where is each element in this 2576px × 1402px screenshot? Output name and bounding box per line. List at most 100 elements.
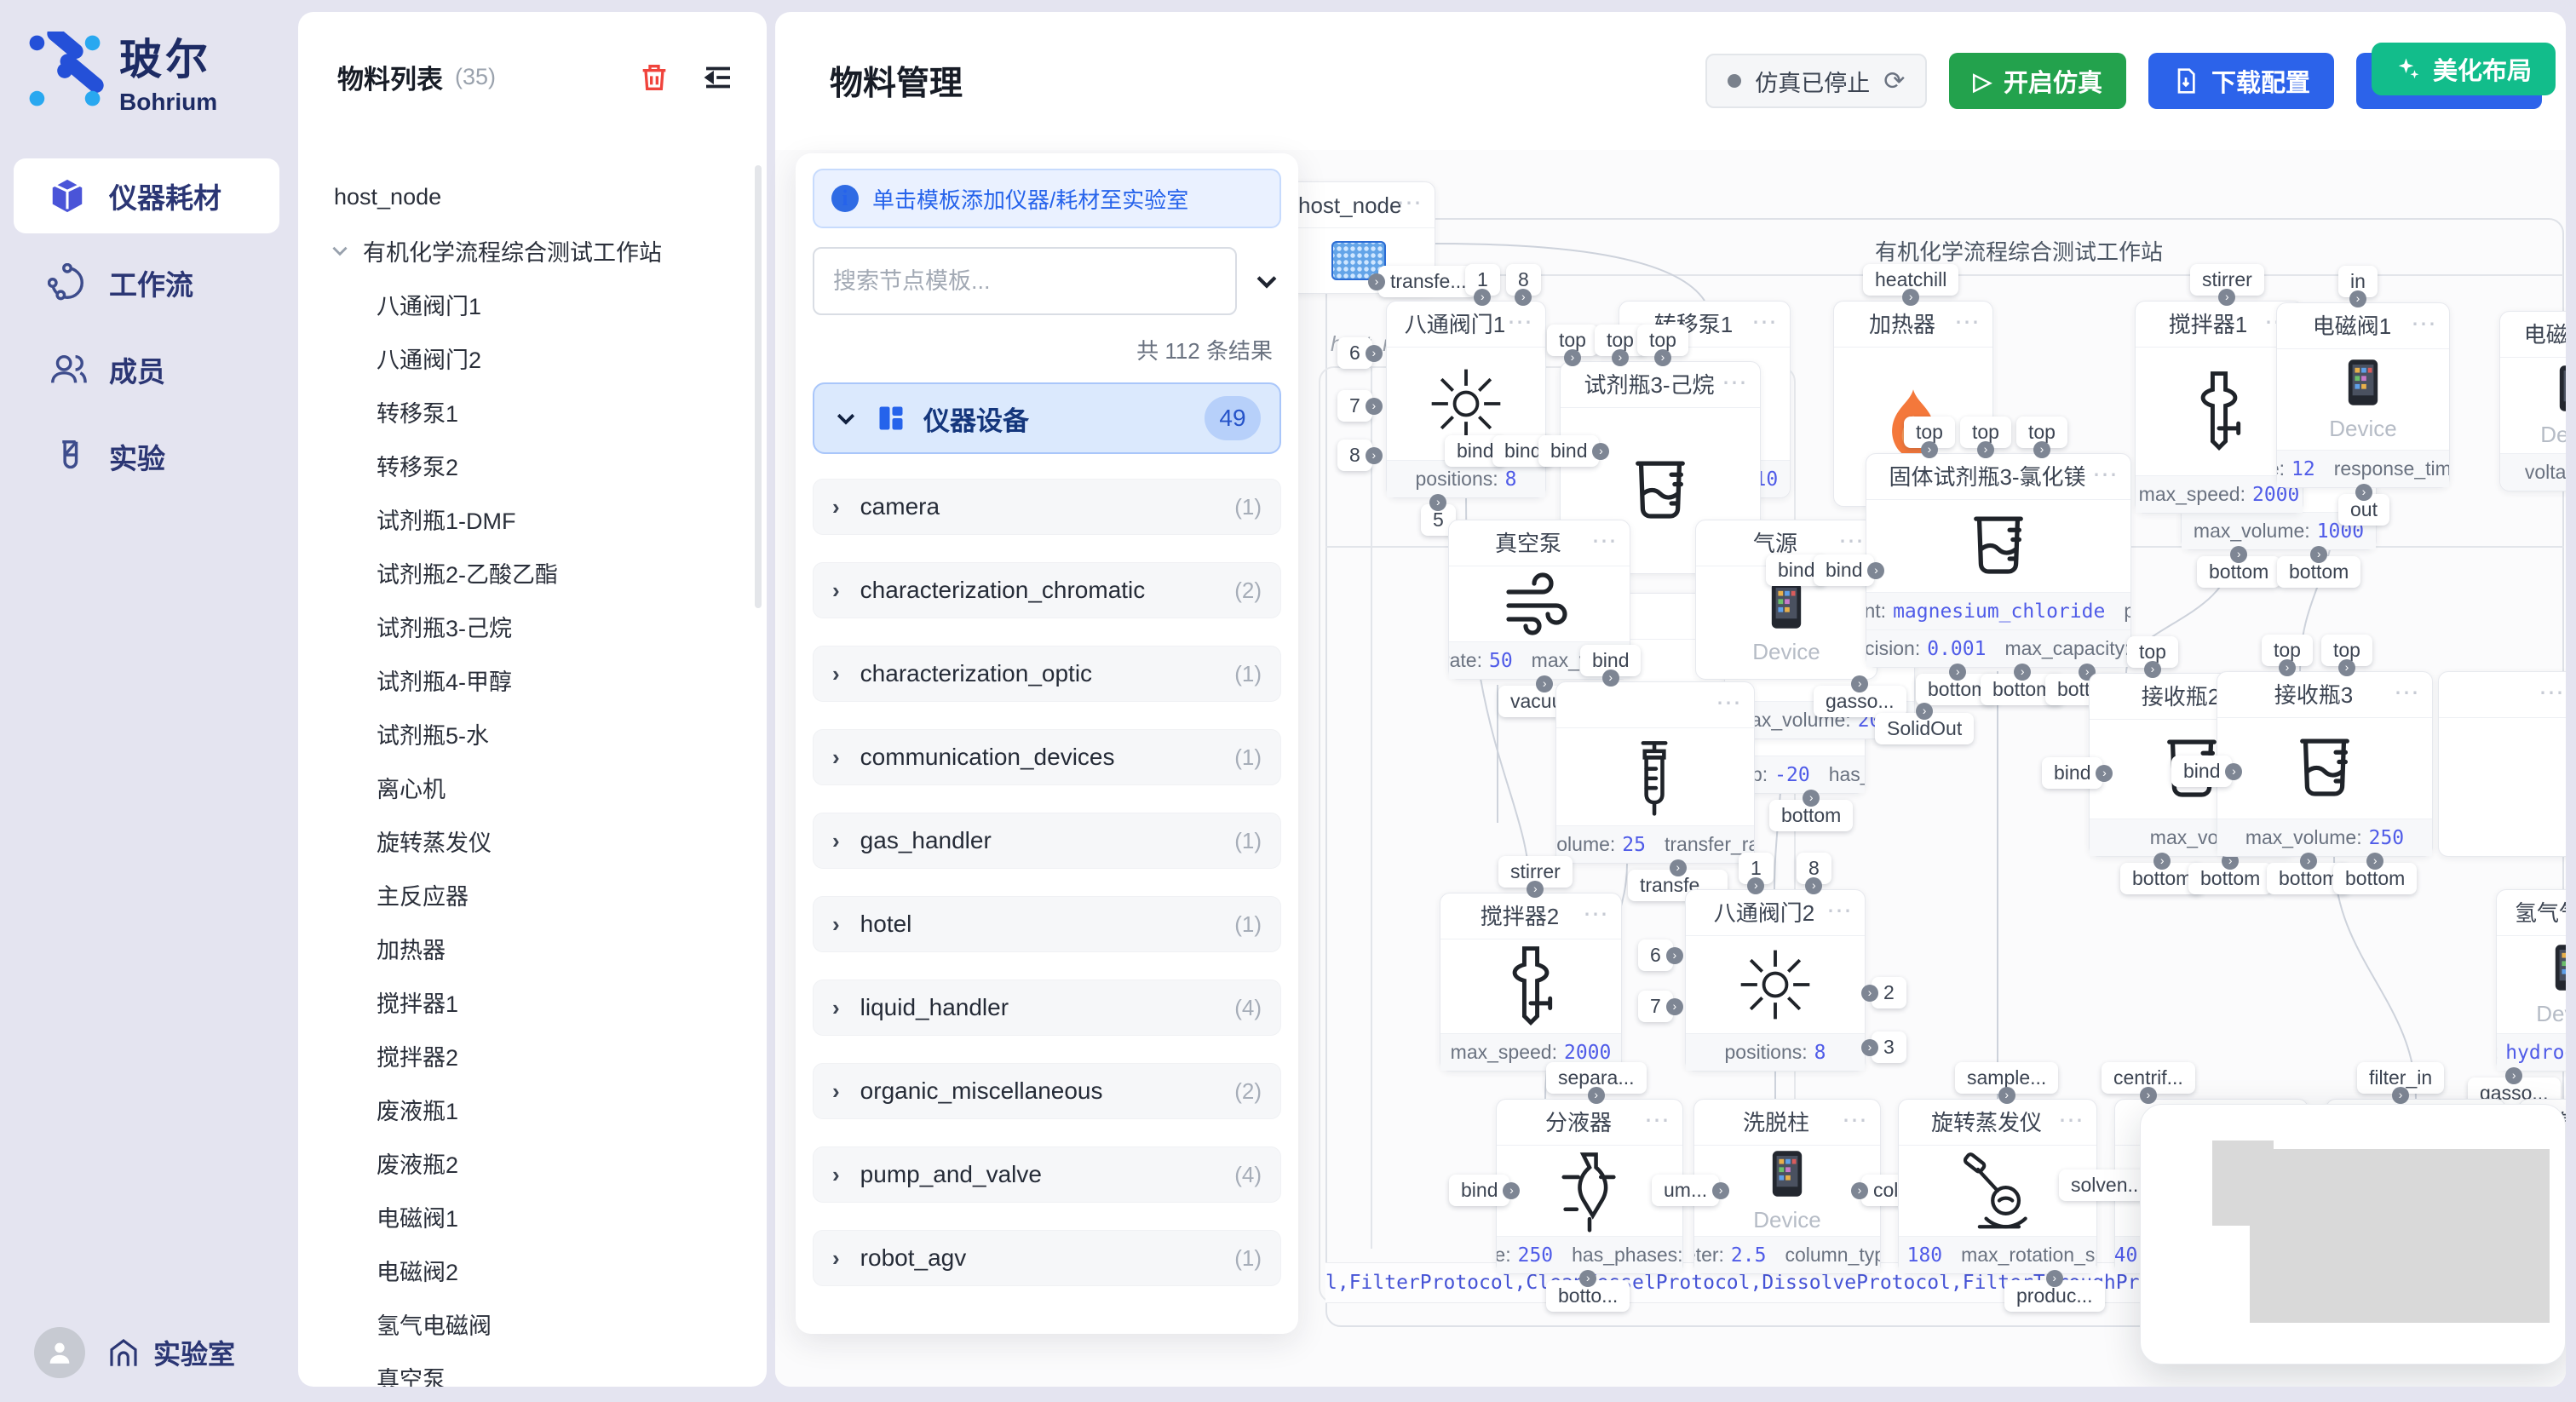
port-dot-icon[interactable]: › — [1998, 1087, 2015, 1104]
template-category-hotel[interactable]: ›hotel(1) — [813, 896, 1281, 952]
port-chip-heatchill[interactable]: heatchill› — [1863, 264, 1958, 296]
materials-tree-item[interactable]: 废液瓶1 — [298, 1084, 767, 1134]
node-menu-icon[interactable]: ⋯ — [2411, 303, 2439, 348]
port-dot-icon[interactable]: › — [1861, 985, 1878, 1002]
port-dot-icon[interactable]: › — [2300, 853, 2317, 870]
refresh-icon[interactable]: ⟳ — [1883, 66, 1905, 96]
canvas-node-固体试剂瓶3-氯化镁[interactable]: 固体试剂瓶3-氯化镁⋯agent:magnesium_chloridephysp… — [1866, 453, 2131, 668]
materials-tree-item[interactable]: 试剂瓶4-甲醇 — [298, 655, 767, 704]
port-dot-icon[interactable]: › — [1503, 1182, 1520, 1199]
port-chip-top[interactable]: top› — [2262, 635, 2313, 666]
port-chip-stirrer[interactable]: stirrer› — [1498, 856, 1573, 888]
download-config-button[interactable]: 下载配置 — [2148, 53, 2334, 109]
sidebar-item-instruments[interactable]: 仪器耗材 — [14, 158, 279, 233]
node-menu-icon[interactable]: ⋯ — [2394, 672, 2422, 716]
lab-entry[interactable]: 实验室 — [106, 1333, 235, 1372]
canvas-node[interactable]: ⋯max_volume:25transfer_rate:10bind›trans… — [1555, 681, 1755, 864]
template-search-input[interactable] — [813, 247, 1237, 315]
port-dot-icon[interactable]: › — [2338, 659, 2355, 676]
port-dot-icon[interactable]: › — [2355, 484, 2372, 501]
port-dot-icon[interactable]: › — [2230, 546, 2247, 563]
materials-tree-item[interactable]: 主反应器 — [298, 870, 767, 919]
canvas-node-搅拌器2[interactable]: 搅拌器2⋯max_speed:2000stirrer› — [1440, 893, 1622, 1072]
port-chip-bottom[interactable]: bottom› — [1769, 800, 1853, 831]
node-menu-icon[interactable]: ⋯ — [1644, 1100, 1672, 1144]
canvas-node[interactable]: ⋯ — [2438, 671, 2566, 857]
port-dot-icon[interactable]: › — [1536, 675, 1553, 692]
template-category-robot_agv[interactable]: ›robot_agv(1) — [813, 1230, 1281, 1286]
beautify-layout-button[interactable]: 美化布局 — [2372, 43, 2556, 95]
materials-tree-item[interactable]: 试剂瓶2-乙酸乙酯 — [298, 548, 767, 597]
materials-tree-item[interactable]: 真空泵 — [298, 1353, 767, 1387]
node-menu-icon[interactable]: ⋯ — [2092, 454, 2120, 498]
chevron-down-icon[interactable] — [329, 239, 351, 261]
sidebar-item-workflow[interactable]: 工作流 — [14, 245, 279, 320]
port-chip-6[interactable]: 6› — [1337, 337, 1372, 369]
canvas-node-host_node[interactable]: host_node⋯transfe...› — [1282, 181, 1435, 294]
port-dot-icon[interactable]: › — [1368, 273, 1385, 290]
port-dot-icon[interactable]: › — [1977, 441, 1994, 458]
port-dot-icon[interactable]: › — [1366, 447, 1383, 464]
port-dot-icon[interactable]: › — [2014, 664, 2031, 681]
port-chip-8[interactable]: 8› — [1797, 853, 1831, 884]
avatar[interactable] — [34, 1327, 85, 1378]
port-dot-icon[interactable]: › — [2366, 853, 2383, 870]
node-menu-icon[interactable]: ⋯ — [1507, 302, 1535, 346]
port-chip-8[interactable]: 8› — [1506, 264, 1541, 296]
port-dot-icon[interactable]: › — [2033, 441, 2050, 458]
port-chip-SolidOut[interactable]: SolidOut› — [1875, 713, 1974, 744]
port-dot-icon[interactable]: › — [2140, 1087, 2157, 1104]
port-chip-filterin[interactable]: filter_in› — [2357, 1062, 2444, 1094]
port-dot-icon[interactable]: › — [1564, 349, 1581, 366]
port-dot-icon[interactable]: › — [1429, 494, 1446, 511]
port-chip-bind[interactable]: bind› — [1814, 554, 1874, 586]
node-menu-icon[interactable]: ⋯ — [1716, 682, 1744, 727]
port-dot-icon[interactable]: › — [1666, 947, 1683, 964]
port-chip-top[interactable]: top› — [1960, 417, 2011, 448]
materials-tree-item[interactable]: 离心机 — [298, 762, 767, 812]
port-chip-top[interactable]: top› — [1904, 417, 1955, 448]
materials-tree-item[interactable]: 有机化学流程综合测试工作站 — [298, 226, 767, 275]
materials-tree-item[interactable]: 搅拌器2 — [298, 1031, 767, 1080]
port-chip-bind[interactable]: bind› — [2042, 757, 2102, 789]
port-dot-icon[interactable]: › — [2153, 853, 2171, 870]
port-chip-6[interactable]: 6› — [1638, 939, 1673, 971]
port-chip-botto[interactable]: botto...› — [1546, 1280, 1630, 1312]
node-menu-icon[interactable]: ⋯ — [2539, 672, 2566, 716]
materials-tree-item[interactable]: 加热器 — [298, 923, 767, 973]
port-dot-icon[interactable]: › — [1666, 998, 1683, 1015]
canvas-node-八通阀门2[interactable]: 八通阀门2⋯positions:81›8›6›7›2›3› — [1685, 889, 1866, 1072]
port-dot-icon[interactable]: › — [1921, 441, 1938, 458]
port-chip-top[interactable]: top› — [1547, 325, 1598, 356]
port-dot-icon[interactable]: › — [2144, 661, 2161, 678]
port-chip-out[interactable]: out› — [2338, 494, 2389, 526]
sidebar-item-members[interactable]: 成员 — [14, 332, 279, 407]
chevron-down-icon[interactable] — [1252, 267, 1281, 296]
materials-tree-item[interactable]: 废液瓶2 — [298, 1138, 767, 1187]
port-chip-bottom[interactable]: bottom› — [2188, 863, 2272, 894]
port-dot-icon[interactable]: › — [1654, 349, 1671, 366]
port-dot-icon[interactable]: › — [1602, 669, 1619, 687]
canvas-node-电磁阀2[interactable]: 电磁阀2⋯Devicevoltage:12 — [2499, 311, 2566, 491]
port-chip-bind[interactable]: bind› — [1538, 435, 1599, 467]
port-chip-8[interactable]: 8› — [1337, 440, 1372, 471]
port-dot-icon[interactable]: › — [1712, 1182, 1729, 1199]
node-menu-icon[interactable]: ⋯ — [1396, 182, 1424, 227]
template-category-communication_devices[interactable]: ›communication_devices(1) — [813, 729, 1281, 785]
node-menu-icon[interactable]: ⋯ — [1583, 893, 1611, 938]
port-chip-7[interactable]: 7› — [1337, 390, 1372, 422]
category-group-instruments[interactable]: 仪器设备 49 — [813, 382, 1281, 454]
materials-tree-item[interactable]: 试剂瓶3-己烷 — [298, 601, 767, 651]
port-chip-top[interactable]: top› — [2321, 635, 2372, 666]
sim-status-pill[interactable]: 仿真已停止 ⟳ — [1705, 54, 1927, 108]
canvas-node-气源[interactable]: 气源⋯Devicegasso...›bind› — [1695, 520, 1877, 680]
materials-scrollbar[interactable] — [755, 165, 762, 608]
port-dot-icon[interactable]: › — [1579, 1270, 1596, 1287]
template-category-camera[interactable]: ›camera(1) — [813, 479, 1281, 535]
preview-popup[interactable] — [2140, 1104, 2566, 1365]
canvas-node-电磁阀1[interactable]: 电磁阀1⋯Devicevoltage:12response_time:0.1in… — [2276, 302, 2450, 488]
port-dot-icon[interactable]: › — [1588, 1087, 1605, 1104]
port-dot-icon[interactable]: › — [1861, 1039, 1878, 1056]
node-menu-icon[interactable]: ⋯ — [1842, 1100, 1870, 1144]
template-category-pump_and_valve[interactable]: ›pump_and_valve(4) — [813, 1146, 1281, 1203]
